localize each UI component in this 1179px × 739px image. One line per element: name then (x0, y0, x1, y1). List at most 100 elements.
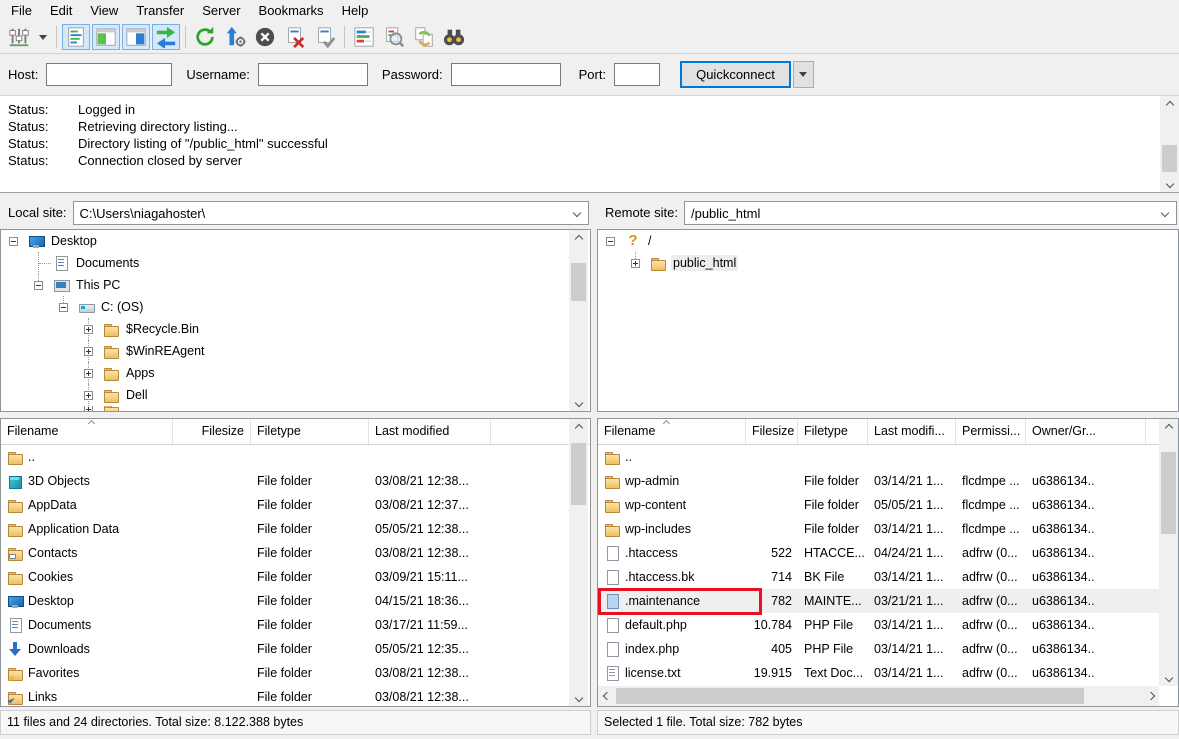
quickconnect-button[interactable]: Quickconnect (680, 61, 791, 88)
file-row[interactable]: Cookies File folder03/09/21 15:11... (1, 565, 590, 589)
scroll-up-button[interactable] (569, 419, 588, 436)
remote-site-combobox[interactable]: /public_html (684, 201, 1177, 225)
file-row[interactable]: .htaccess.bk 714BK File03/14/21 1...adfr… (598, 565, 1178, 589)
column-header-filename[interactable]: Filename (1, 419, 173, 444)
expand-expander[interactable] (84, 369, 93, 378)
toggle-local-tree-button[interactable] (92, 24, 120, 50)
file-row[interactable]: index.php 405PHP File03/14/21 1...adfrw … (598, 637, 1178, 661)
scroll-up-button[interactable] (569, 230, 588, 247)
menu-edit[interactable]: Edit (41, 1, 81, 20)
file-row[interactable]: Links File folder03/08/21 12:38... (1, 685, 590, 707)
file-row[interactable]: 3D Objects File folder03/08/21 12:38... (1, 469, 590, 493)
file-row[interactable]: ★Favorites File folder03/08/21 12:38... (1, 661, 590, 685)
tree-item-documents[interactable]: Documents (1, 252, 590, 274)
column-header-last-modified[interactable]: Last modified (369, 419, 491, 444)
tree-item-public-html[interactable]: public_html (598, 252, 1178, 274)
column-header-last-modified[interactable]: Last modifi... (868, 419, 956, 444)
local-list-scrollbar[interactable] (569, 419, 588, 706)
scroll-up-button[interactable] (1160, 96, 1179, 113)
scroll-up-button[interactable] (1159, 419, 1178, 436)
file-row[interactable]: Contacts File folder03/08/21 12:38... (1, 541, 590, 565)
file-row[interactable]: wp-includes File folder03/14/21 1...flcd… (598, 517, 1178, 541)
tree-item-c-drive[interactable]: C: (OS) (1, 296, 590, 318)
tree-item-recycle-bin[interactable]: $Recycle.Bin (1, 318, 590, 340)
column-header-filetype[interactable]: Filetype (251, 419, 369, 444)
local-tree-scrollbar[interactable] (569, 230, 588, 411)
site-manager-button[interactable] (5, 24, 33, 50)
tree-item-apps[interactable]: Apps (1, 362, 590, 384)
file-row[interactable]: .. (1, 445, 590, 469)
column-header-owner-group[interactable]: Owner/Gr... (1026, 419, 1146, 444)
scrollbar-thumb[interactable] (616, 688, 1084, 704)
file-row[interactable]: Documents File folder03/17/21 11:59... (1, 613, 590, 637)
quickconnect-dropdown-button[interactable] (793, 61, 814, 88)
column-header-filename[interactable]: Filename (598, 419, 746, 444)
file-row[interactable]: Downloads File folder05/05/21 12:35... (1, 637, 590, 661)
refresh-button[interactable] (191, 24, 219, 50)
password-input[interactable] (451, 63, 561, 86)
tree-item-desktop[interactable]: Desktop (1, 230, 590, 252)
directory-comparison-button[interactable] (380, 24, 408, 50)
column-header-permissions[interactable]: Permissi... (956, 419, 1026, 444)
scroll-down-button[interactable] (1159, 669, 1178, 686)
column-header-filesize[interactable]: Filesize (746, 419, 798, 444)
toggle-message-log-button[interactable] (62, 24, 90, 50)
column-header-filesize[interactable]: Filesize (173, 419, 251, 444)
file-row[interactable]: wp-content File folder05/05/21 1...flcdm… (598, 493, 1178, 517)
file-row[interactable]: Desktop File folder04/15/21 18:36... (1, 589, 590, 613)
local-site-combobox[interactable]: C:\Users\niagahoster\ (73, 201, 589, 225)
port-input[interactable] (614, 63, 660, 86)
expand-expander[interactable] (84, 391, 93, 400)
scroll-down-button[interactable] (569, 394, 588, 411)
tree-item-winreagent[interactable]: $WinREAgent (1, 340, 590, 362)
scrollbar-thumb[interactable] (1161, 452, 1176, 534)
scrollbar-thumb[interactable] (571, 263, 586, 301)
menu-file[interactable]: File (2, 1, 41, 20)
toggle-transfer-queue-button[interactable] (152, 24, 180, 50)
collapse-expander[interactable] (59, 303, 68, 312)
collapse-expander[interactable] (606, 237, 615, 246)
disconnect-button[interactable] (281, 24, 309, 50)
menu-view[interactable]: View (81, 1, 127, 20)
file-row[interactable]: .htaccess 522HTACCE...04/24/21 1...adfrw… (598, 541, 1178, 565)
file-row[interactable]: .. (598, 445, 1178, 469)
scroll-right-button[interactable] (1142, 686, 1159, 706)
process-queue-button[interactable] (221, 24, 249, 50)
scroll-down-button[interactable] (569, 689, 588, 706)
collapse-expander[interactable] (9, 237, 18, 246)
filter-listings-button[interactable] (350, 24, 378, 50)
expand-expander[interactable] (84, 325, 93, 334)
tree-item-root[interactable]: ? / (598, 230, 1178, 252)
file-row[interactable]: license.txt 19.915Text Doc...03/14/21 1.… (598, 661, 1178, 685)
log-scrollbar[interactable] (1160, 96, 1179, 192)
synchronized-browsing-button[interactable] (410, 24, 438, 50)
file-row[interactable]: AppData File folder03/08/21 12:37... (1, 493, 590, 517)
collapse-expander[interactable] (34, 281, 43, 290)
column-header-filetype[interactable]: Filetype (798, 419, 868, 444)
host-input[interactable] (46, 63, 172, 86)
expand-expander[interactable] (631, 259, 640, 268)
menu-server[interactable]: Server (193, 1, 249, 20)
scroll-left-button[interactable] (598, 686, 615, 706)
find-files-button[interactable] (440, 24, 468, 50)
scrollbar-thumb[interactable] (1162, 145, 1177, 172)
reconnect-button[interactable] (311, 24, 339, 50)
file-row[interactable]: wp-admin File folder03/14/21 1...flcdmpe… (598, 469, 1178, 493)
menu-help[interactable]: Help (333, 1, 378, 20)
scroll-down-button[interactable] (1160, 175, 1179, 192)
toggle-remote-tree-button[interactable] (122, 24, 150, 50)
menu-transfer[interactable]: Transfer (127, 1, 193, 20)
expand-expander[interactable] (84, 347, 93, 356)
menu-bookmarks[interactable]: Bookmarks (250, 1, 333, 20)
tree-item-dell[interactable]: Dell (1, 384, 590, 406)
file-row-maintenance-selected[interactable]: .maintenance 782MAINTE...03/21/21 1...ad… (598, 589, 1178, 613)
site-manager-dropdown-button[interactable] (35, 24, 51, 50)
scrollbar-thumb[interactable] (571, 443, 586, 505)
remote-list-scrollbar[interactable] (1159, 419, 1178, 686)
remote-list-horizontal-scrollbar[interactable] (598, 686, 1159, 706)
cancel-button[interactable] (251, 24, 279, 50)
file-row[interactable]: Application Data File folder05/05/21 12:… (1, 517, 590, 541)
file-row[interactable]: default.php 10.784PHP File03/14/21 1...a… (598, 613, 1178, 637)
tree-item-this-pc[interactable]: This PC (1, 274, 590, 296)
username-input[interactable] (258, 63, 368, 86)
